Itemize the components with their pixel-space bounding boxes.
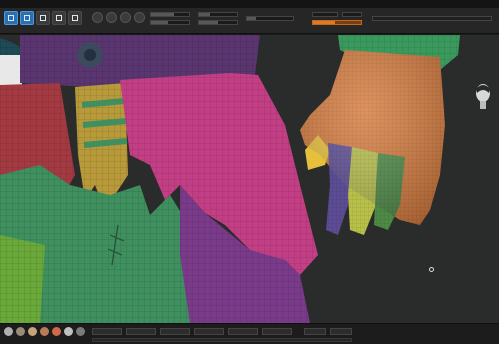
morph-slider[interactable] <box>312 20 362 25</box>
sculpt-canvas[interactable] <box>0 35 499 323</box>
mask-button[interactable] <box>304 328 326 335</box>
texture-slot[interactable] <box>194 328 224 335</box>
avatar-icon[interactable] <box>472 81 494 111</box>
rotate-tool-button[interactable] <box>68 11 82 25</box>
material-slot[interactable] <box>228 328 258 335</box>
focal-shift-slider[interactable] <box>198 12 238 17</box>
stroke-slot[interactable] <box>126 328 156 335</box>
material-ball[interactable] <box>76 327 85 336</box>
material-ball[interactable] <box>4 327 13 336</box>
alpha-slot[interactable] <box>160 328 190 335</box>
active-points-field[interactable] <box>312 12 338 17</box>
rotate-icon <box>72 15 78 21</box>
brush-slot[interactable] <box>92 328 122 335</box>
color-slot[interactable] <box>262 328 292 335</box>
edit-icon <box>8 15 14 21</box>
mrgb-button[interactable] <box>106 12 117 23</box>
rgb-intensity-slider[interactable] <box>150 12 190 17</box>
move-icon <box>40 15 46 21</box>
palette-strip[interactable] <box>372 16 492 21</box>
material-ball[interactable] <box>40 327 49 336</box>
rgb-button[interactable] <box>120 12 131 23</box>
status-strip <box>92 338 352 342</box>
m-button[interactable] <box>134 12 145 23</box>
scale-icon <box>56 15 62 21</box>
cursor-icon <box>429 267 434 272</box>
viewport[interactable] <box>0 35 499 323</box>
clear-button[interactable] <box>330 328 352 335</box>
toolbar <box>0 8 499 34</box>
material-ball[interactable] <box>52 327 61 336</box>
scale-tool-button[interactable] <box>52 11 66 25</box>
material-ball[interactable] <box>28 327 37 336</box>
total-points-field[interactable] <box>342 12 362 17</box>
edit-tool-button[interactable] <box>4 11 18 25</box>
move-tool-button[interactable] <box>36 11 50 25</box>
z-intensity-slider[interactable] <box>150 20 190 25</box>
menu-bar <box>0 0 499 8</box>
bottom-shelf <box>0 323 499 344</box>
draw-icon <box>24 15 30 21</box>
dynamic-slider[interactable] <box>246 16 294 21</box>
material-ball[interactable] <box>64 327 73 336</box>
material-ball[interactable] <box>16 327 25 336</box>
draw-tool-button[interactable] <box>20 11 34 25</box>
draw-size-slider[interactable] <box>198 20 238 25</box>
gyro-button[interactable] <box>92 12 103 23</box>
